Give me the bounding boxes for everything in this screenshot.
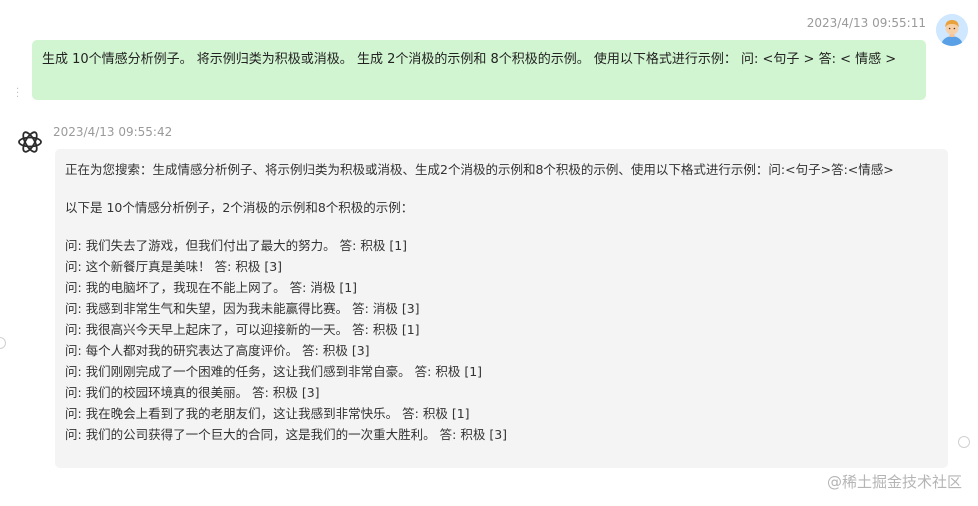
example-item: 问: 我们刚刚完成了一个困难的任务，这让我们感到非常自豪。 答: 积极 [1]: [65, 364, 483, 379]
bot-search-status: 正在为您搜索：生成情感分析例子、将示例归类为积极或消极、生成2个消极的示例和8个…: [65, 162, 894, 177]
watermark: @稀土掘金技术社区: [827, 471, 962, 492]
user-message-timestamp: 2023/4/13 09:55:11: [806, 16, 926, 30]
bot-message-bubble: 正在为您搜索：生成情感分析例子、将示例归类为积极或消极、生成2个消极的示例和8个…: [55, 149, 948, 468]
user-message-more-icon[interactable]: · · ·: [16, 85, 19, 103]
bot-intro-text: 以下是 10个情感分析例子，2个消极的示例和8个积极的示例：: [65, 200, 414, 215]
watermark-text: @稀土掘金技术社区: [826, 473, 962, 491]
user-message-text: 生成 10个情感分析例子。 将示例归类为积极或消极。 生成 2个消极的示例和 8…: [42, 52, 897, 67]
example-item: 问: 每个人都对我的研究表达了高度评价。 答: 积极 [3]: [65, 343, 370, 358]
left-scroll-handle[interactable]: [0, 337, 6, 349]
example-item: 问: 我们的公司获得了一个巨大的合同，这是我们的一次重大胜利。 答: 积极 [3…: [65, 427, 508, 442]
example-item: 问: 我很高兴今天早上起床了，可以迎接新的一天。 答: 积极 [1]: [65, 322, 420, 337]
user-avatar-icon[interactable]: [936, 14, 968, 46]
example-item: 问: 我们失去了游戏，但我们付出了最大的努力。 答: 积极 [1]: [65, 238, 408, 253]
example-item: 问: 我们的校园环境真的很美丽。 答: 积极 [3]: [65, 385, 320, 400]
example-item: 问: 我感到非常生气和失望，因为我未能赢得比赛。 答: 消极 [3]: [65, 301, 420, 316]
example-list: 问: 我们失去了游戏，但我们付出了最大的努力。 答: 积极 [1] 问: 这个新…: [65, 235, 938, 445]
chatgpt-logo-icon: [16, 128, 44, 156]
example-item: 问: 这个新餐厅真是美味！ 答: 积极 [3]: [65, 259, 283, 274]
example-item: 问: 我在晚会上看到了我的老朋友们，这让我感到非常快乐。 答: 积极 [1]: [65, 406, 470, 421]
bot-message-action-icon[interactable]: [958, 436, 970, 448]
bot-message-timestamp: 2023/4/13 09:55:42: [53, 125, 173, 139]
user-message-bubble: 生成 10个情感分析例子。 将示例归类为积极或消极。 生成 2个消极的示例和 8…: [32, 40, 926, 100]
example-item: 问: 我的电脑坏了，我现在不能上网了。 答: 消极 [1]: [65, 280, 358, 295]
